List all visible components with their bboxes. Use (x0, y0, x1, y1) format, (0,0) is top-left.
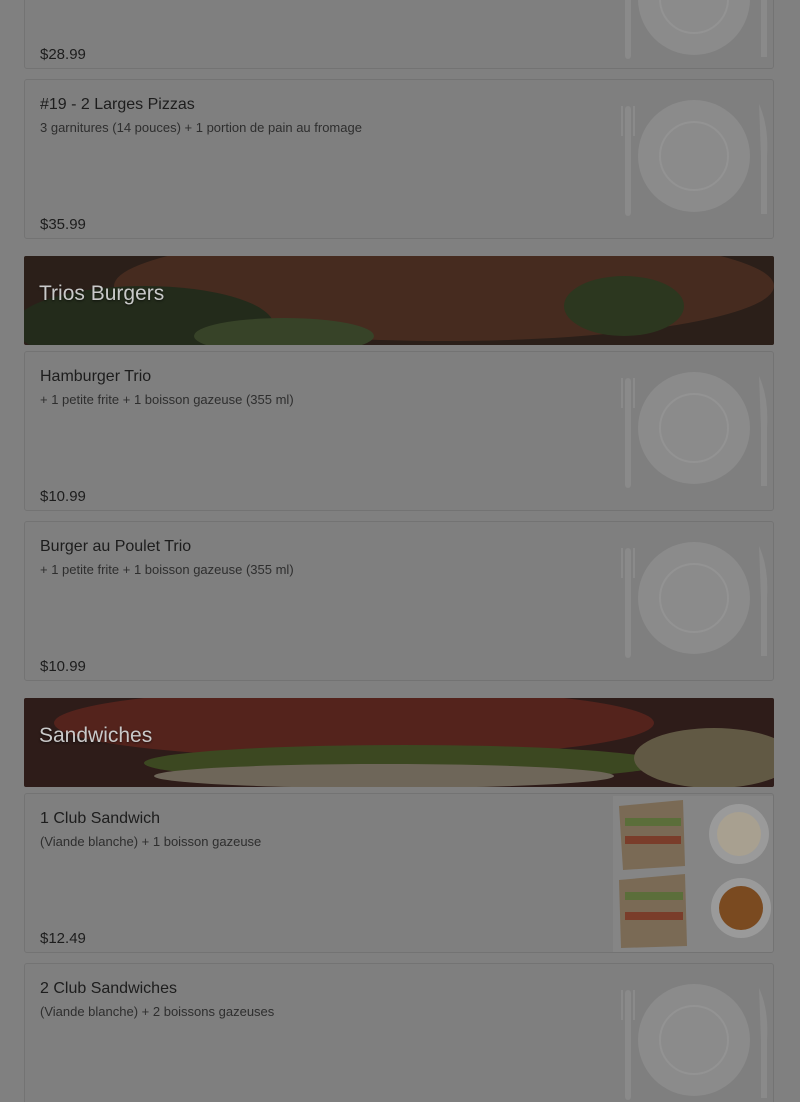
category-title: Sandwiches (39, 724, 153, 747)
club-sandwich-photo (613, 796, 773, 952)
item-title: 1 Club Sandwich (40, 810, 161, 827)
item-description: (Viande blanche) + 2 boissons gazeuses (40, 1004, 275, 1019)
item-title: 2 Club Sandwiches (40, 980, 177, 997)
item-title: Burger au Poulet Trio (40, 538, 192, 555)
item-price: $35.99 (40, 216, 86, 233)
menu-item-card[interactable]: #19 - 2 Larges Pizzas 3 garnitures (14 p… (24, 79, 774, 239)
menu-item-card[interactable]: 2 Club Sandwiches (Viande blanche) + 2 b… (24, 963, 774, 1102)
item-description: 3 garnitures (14 pouces) + 1 portion de … (40, 120, 362, 135)
plate-fork-knife-icon (620, 983, 769, 1101)
plate-fork-knife-icon (620, 541, 769, 659)
plate-fork-knife-icon (620, 0, 769, 60)
item-price: $12.49 (40, 930, 86, 947)
item-title: Hamburger Trio (40, 368, 152, 385)
item-title: #19 - 2 Larges Pizzas (40, 96, 195, 113)
item-price: $10.99 (40, 488, 86, 505)
item-description: (Viande blanche) + 1 boisson gazeuse (40, 834, 262, 849)
item-price: $10.99 (40, 658, 86, 675)
menu-item-card[interactable]: $28.99 (24, 0, 774, 69)
menu-item-card[interactable]: Burger au Poulet Trio + 1 petite frite +… (24, 521, 774, 681)
plate-fork-knife-icon (620, 371, 769, 489)
item-description: + 1 petite frite + 1 boisson gazeuse (35… (40, 562, 294, 577)
category-header-trios-burgers: Trios Burgers (24, 256, 774, 345)
category-header-sandwiches: Sandwiches (24, 698, 774, 787)
item-description: + 1 petite frite + 1 boisson gazeuse (35… (40, 392, 294, 407)
menu-item-card[interactable]: Hamburger Trio + 1 petite frite + 1 bois… (24, 351, 774, 511)
plate-fork-knife-icon (620, 99, 769, 217)
category-title: Trios Burgers (39, 282, 165, 305)
menu-item-card[interactable]: 1 Club Sandwich (Viande blanche) + 1 boi… (24, 793, 774, 953)
item-price: $28.99 (40, 46, 86, 63)
